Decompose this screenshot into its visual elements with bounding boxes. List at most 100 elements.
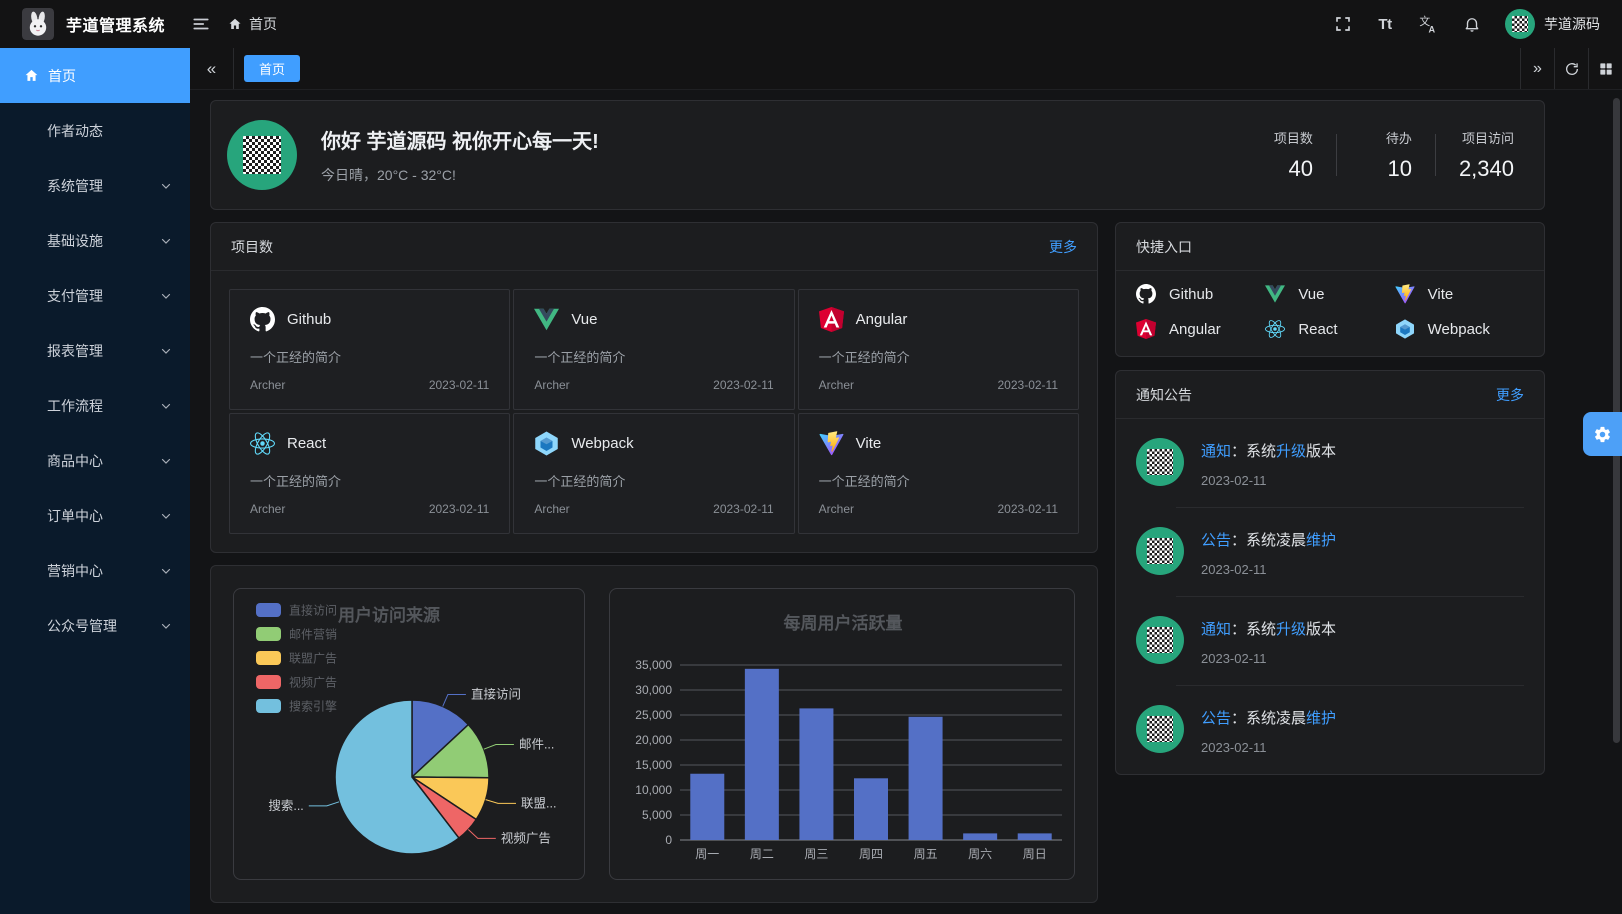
svg-text:邮件营销: 邮件营销	[289, 628, 337, 642]
tab-label: 首页	[259, 59, 285, 78]
sidebar-item-label: 商品中心	[47, 451, 103, 471]
sidebar-item[interactable]: 基础设施	[0, 213, 190, 268]
notification-bell-icon[interactable]	[1463, 15, 1481, 33]
tabs-scroll-right-icon[interactable]: »	[1520, 48, 1554, 89]
projects-more-link[interactable]: 更多	[1049, 237, 1077, 257]
sidebar-item[interactable]: 支付管理	[0, 268, 190, 323]
sidebar-item[interactable]: 营销中心	[0, 543, 190, 598]
project-name: Angular	[856, 311, 908, 328]
shortcut-item[interactable]: Webpack	[1395, 319, 1524, 339]
tab-actions: »	[1520, 48, 1622, 89]
hamburger-icon[interactable]	[191, 15, 211, 33]
sidebar-item[interactable]: 订单中心	[0, 488, 190, 543]
welcome-avatar	[227, 120, 297, 190]
sidebar-item[interactable]: 报表管理	[0, 323, 190, 378]
user-name: 芋道源码	[1544, 14, 1600, 34]
font-size-icon[interactable]: Tt	[1376, 15, 1394, 33]
fullscreen-icon[interactable]	[1334, 15, 1352, 33]
sidebar-item-label: 订单中心	[47, 506, 103, 526]
notice-date: 2023-02-11	[1201, 562, 1336, 577]
svg-text:周六: 周六	[968, 847, 992, 861]
stat-label: 项目访问	[1459, 128, 1514, 147]
shortcut-label: Webpack	[1428, 321, 1490, 338]
project-tile[interactable]: Github 一个正经的简介 Archer 2023-02-11	[229, 289, 510, 410]
sidebar-item[interactable]: 公众号管理	[0, 598, 190, 653]
sidebar-collapse-icon[interactable]: «	[190, 48, 234, 89]
sidebar-item[interactable]: 作者动态	[0, 103, 190, 158]
sidebar: 首页作者动态系统管理基础设施支付管理报表管理工作流程商品中心订单中心营销中心公众…	[0, 48, 190, 914]
project-date: 2023-02-11	[713, 502, 774, 516]
chevron-down-icon	[160, 620, 172, 632]
svg-text:10,000: 10,000	[635, 783, 672, 797]
svg-text:直接访问: 直接访问	[471, 686, 521, 701]
project-tile[interactable]: Webpack 一个正经的简介 Archer 2023-02-11	[513, 413, 794, 534]
sidebar-item[interactable]: 工作流程	[0, 378, 190, 433]
shortcut-item[interactable]: React	[1265, 319, 1394, 339]
projects-title: 项目数	[231, 237, 273, 257]
welcome-card: 你好 芋道源码 祝你开心每一天! 今日晴，20°C - 32°C! 项目数40待…	[210, 100, 1545, 210]
svg-text:周一: 周一	[695, 847, 719, 861]
shortcut-item[interactable]: Angular	[1136, 319, 1265, 339]
github-icon	[1136, 284, 1156, 304]
shortcut-item[interactable]: Vue	[1265, 284, 1394, 304]
sidebar-item[interactable]: 系统管理	[0, 158, 190, 213]
svg-text:20,000: 20,000	[635, 733, 672, 747]
notice-item[interactable]: 公告：系统凌晨维护 2023-02-11	[1116, 508, 1544, 596]
notice-avatar	[1136, 705, 1184, 753]
chevron-down-icon	[160, 455, 172, 467]
stat-value: 2,340	[1459, 156, 1514, 182]
refresh-icon[interactable]	[1554, 48, 1588, 89]
theme-settings-button[interactable]	[1583, 412, 1622, 456]
project-tile[interactable]: Vue 一个正经的简介 Archer 2023-02-11	[513, 289, 794, 410]
language-icon[interactable]: 文A	[1418, 14, 1439, 34]
project-author: Archer	[534, 502, 569, 516]
shortcut-label: Vue	[1298, 286, 1324, 303]
sidebar-item-label: 作者动态	[47, 121, 103, 141]
notice-item[interactable]: 公告：系统凌晨维护 2023-02-11	[1116, 686, 1544, 774]
project-description: 一个正经的简介	[250, 347, 489, 366]
svg-text:周三: 周三	[804, 847, 828, 861]
notice-item[interactable]: 通知：系统升级版本 2023-02-11	[1116, 597, 1544, 685]
project-description: 一个正经的简介	[534, 347, 773, 366]
app-title: 芋道管理系统	[66, 12, 165, 36]
project-author: Archer	[819, 502, 854, 516]
user-menu[interactable]: 芋道源码	[1505, 9, 1600, 39]
breadcrumb[interactable]: 首页	[228, 14, 277, 34]
svg-text:邮件...: 邮件...	[519, 738, 554, 752]
chevron-down-icon	[160, 235, 172, 247]
project-tile[interactable]: React 一个正经的简介 Archer 2023-02-11	[229, 413, 510, 534]
project-author: Archer	[250, 502, 285, 516]
chevron-down-icon	[160, 345, 172, 357]
shortcut-item[interactable]: Vite	[1395, 284, 1524, 304]
shortcut-label: React	[1298, 321, 1337, 338]
sidebar-item[interactable]: 商品中心	[0, 433, 190, 488]
tab-home[interactable]: 首页	[244, 55, 300, 82]
shortcut-item[interactable]: Github	[1136, 284, 1265, 304]
sidebar-item-label: 首页	[48, 66, 76, 86]
project-tile[interactable]: Angular 一个正经的简介 Archer 2023-02-11	[798, 289, 1079, 410]
notices-title: 通知公告	[1136, 385, 1192, 405]
sidebar-item[interactable]: 首页	[0, 48, 190, 103]
angular-icon	[1136, 319, 1156, 339]
svg-text:每周用户活跃量: 每周用户活跃量	[784, 613, 903, 633]
notice-item[interactable]: 通知：系统升级版本 2023-02-11	[1116, 419, 1544, 507]
notice-title: 通知：系统升级版本	[1201, 440, 1336, 461]
notices-more-link[interactable]: 更多	[1496, 385, 1524, 405]
shortcut-label: Angular	[1169, 321, 1221, 338]
stat-value: 10	[1360, 156, 1412, 182]
svg-text:周二: 周二	[750, 847, 774, 861]
project-tile[interactable]: Vite 一个正经的简介 Archer 2023-02-11	[798, 413, 1079, 534]
app-header: 芋道管理系统 首页 Tt 文A 芋道源码	[0, 0, 1622, 48]
notice-avatar	[1136, 438, 1184, 486]
svg-text:视频广告: 视频广告	[501, 830, 551, 845]
svg-text:联盟...: 联盟...	[521, 796, 556, 810]
notices-card: 通知公告 更多 通知：系统升级版本 2023-02-11 公告：系统凌晨维护 2…	[1115, 370, 1545, 775]
svg-text:直接访问: 直接访问	[289, 603, 337, 618]
user-avatar	[1505, 9, 1535, 39]
welcome-stat: 待办10	[1360, 128, 1412, 182]
project-date: 2023-02-11	[998, 378, 1059, 392]
react-icon	[1265, 319, 1285, 339]
layout-grid-icon[interactable]	[1588, 48, 1622, 89]
stat-divider	[1435, 134, 1436, 176]
chevron-down-icon	[160, 400, 172, 412]
